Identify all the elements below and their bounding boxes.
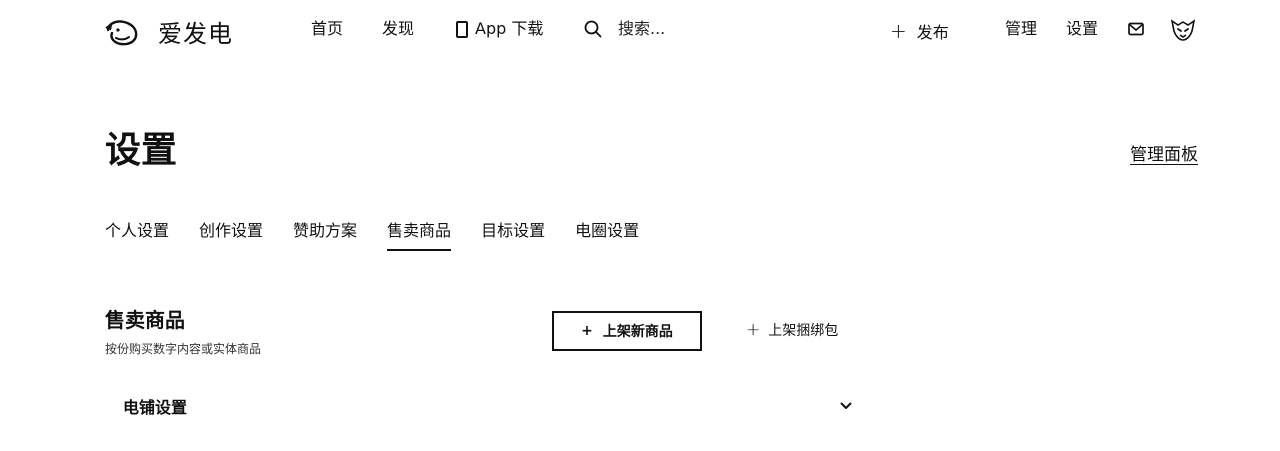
tab-circle-settings[interactable]: 电圈设置 [575, 220, 639, 251]
avatar[interactable] [1170, 18, 1196, 42]
nav-settings[interactable]: 设置 [1066, 19, 1098, 39]
brand[interactable]: 爱发电 [104, 14, 233, 49]
plus-icon: + [890, 19, 907, 43]
plus-icon: + [581, 323, 593, 339]
section-subtitle: 按份购买数字内容或实体商品 [105, 342, 262, 356]
store-settings-toggle[interactable]: 电铺设置 [123, 394, 854, 418]
store-settings-label: 电铺设置 [123, 398, 188, 417]
tab-sponsorship-plans[interactable]: 赞助方案 [293, 220, 357, 251]
tab-creation-settings[interactable]: 创作设置 [199, 220, 263, 251]
section-title: 售卖商品 [105, 308, 185, 332]
plus-icon: + [746, 320, 761, 340]
tab-personal-settings[interactable]: 个人设置 [105, 220, 169, 251]
chevron-down-icon [840, 402, 852, 409]
search-bar[interactable] [584, 19, 738, 38]
publish-button[interactable]: + 发布 [890, 19, 949, 43]
tab-sell-products[interactable]: 售卖商品 [387, 220, 452, 251]
search-icon [584, 20, 602, 37]
tab-goal-settings[interactable]: 目标设置 [481, 220, 545, 251]
admin-panel-link[interactable]: 管理面板 [1130, 140, 1198, 165]
nav-home[interactable]: 首页 [311, 19, 343, 39]
add-product-button[interactable]: + 上架新商品 [552, 311, 702, 351]
settings-tabs: 个人设置 创作设置 赞助方案 售卖商品 目标设置 电圈设置 [105, 220, 669, 251]
search-input[interactable] [618, 19, 738, 38]
brand-name: 爱发电 [158, 20, 233, 48]
mail-icon[interactable] [1128, 22, 1144, 36]
add-bundle-label: 上架捆绑包 [768, 323, 839, 339]
logo-icon [105, 19, 138, 45]
nav-app-download[interactable]: App 下载 [456, 19, 543, 39]
phone-icon [456, 20, 468, 38]
nav-discover[interactable]: 发现 [382, 19, 414, 39]
nav-app-download-label: App 下载 [475, 19, 544, 38]
publish-label: 发布 [916, 23, 949, 42]
add-product-label: 上架新商品 [602, 324, 673, 340]
add-bundle-button[interactable]: + 上架捆绑包 [746, 320, 838, 340]
nav-manage[interactable]: 管理 [1005, 19, 1037, 39]
page-title: 设置 [105, 130, 178, 171]
